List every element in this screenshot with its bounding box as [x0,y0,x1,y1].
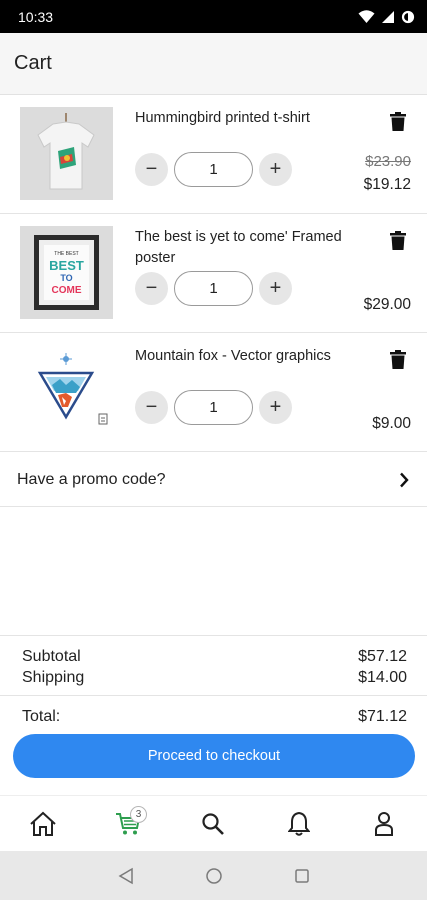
user-icon [375,811,394,836]
nav-search[interactable] [193,804,233,844]
product-name[interactable]: The best is yet to come' Framed poster [135,227,360,269]
trash-icon [390,349,406,369]
item-price: $19.12 [363,176,411,193]
system-back-button[interactable] [115,865,137,887]
trash-icon [390,111,406,131]
cart-list: Hummingbird printed t-shirt − + $23.90 $… [0,95,427,452]
trash-icon [390,230,406,250]
bottom-navigation: 3 [0,795,427,851]
page-title: Cart [14,52,52,74]
cart-item: THE BEST BEST TO COME The best is yet to… [0,214,427,333]
bell-icon [287,811,310,836]
quantity-stepper: − + [135,152,292,187]
quantity-field[interactable] [174,390,253,425]
poster-come-text: COME [52,285,82,296]
tshirt-image [37,113,95,190]
poster-best-text: BEST [49,258,84,273]
home-circle-icon [205,867,222,884]
cart-item: Hummingbird printed t-shirt − + $23.90 $… [0,95,427,214]
original-price: $23.90 [365,153,411,170]
battery-icon [401,10,415,23]
status-time: 10:33 [18,8,54,25]
product-image-poster[interactable]: THE BEST BEST TO COME [20,226,113,319]
product-name[interactable]: Hummingbird printed t-shirt [135,108,360,129]
increase-quantity-button[interactable]: + [259,391,292,424]
fox-graphic-image [37,353,108,425]
cart-item: Mountain fox - Vector graphics − + $9.00 [0,333,427,452]
total-row: Total: $71.12 [0,696,427,727]
order-summary: Subtotal $57.12 Shipping $14.00 Total: $… [0,635,427,727]
nav-cart[interactable]: 3 [108,804,148,844]
proceed-to-checkout-button[interactable]: Proceed to checkout [13,734,415,778]
delete-item-button[interactable] [387,347,409,371]
system-navigation-bar [0,851,427,900]
quantity-stepper: − + [135,390,292,425]
system-recents-button[interactable] [291,865,313,887]
search-icon [202,812,225,835]
shipping-value: $14.00 [358,669,407,686]
chevron-right-icon [400,472,409,487]
promo-code-label: Have a promo code? [17,470,166,488]
delete-item-button[interactable] [387,109,409,133]
item-price: $9.00 [372,415,411,432]
quantity-field[interactable] [174,152,253,187]
subtotal-row: Subtotal $57.12 [0,646,427,667]
status-bar: 10:33 [0,0,427,33]
delete-item-button[interactable] [387,228,409,252]
subtotal-label: Subtotal [22,648,81,665]
poster-image: THE BEST BEST TO COME [34,235,99,310]
subtotal-value: $57.12 [358,648,407,665]
increase-quantity-button[interactable]: + [259,272,292,305]
total-label: Total: [22,708,61,725]
quantity-field[interactable] [174,271,253,306]
product-image-tshirt[interactable] [20,107,113,200]
total-value: $71.12 [358,708,407,725]
nav-notifications[interactable] [279,804,319,844]
system-home-button[interactable] [203,865,225,887]
home-icon [30,811,56,836]
shipping-row: Shipping $14.00 [0,667,427,688]
status-icons [358,9,415,24]
nav-account[interactable] [364,804,404,844]
recents-square-icon [294,868,309,883]
promo-code-row[interactable]: Have a promo code? [0,453,427,507]
summary-lines: Subtotal $57.12 Shipping $14.00 [0,636,427,696]
item-price: $29.00 [363,296,411,313]
increase-quantity-button[interactable]: + [259,153,292,186]
cart-count-badge: 3 [130,805,148,823]
decrease-quantity-button[interactable]: − [135,272,168,305]
decrease-quantity-button[interactable]: − [135,391,168,424]
poster-top-text: THE BEST [54,251,78,257]
poster-to-text: TO [60,273,72,283]
wifi-icon [358,9,375,23]
product-image-fox[interactable] [20,345,113,438]
quantity-stepper: − + [135,271,292,306]
product-name[interactable]: Mountain fox - Vector graphics [135,346,360,367]
nav-home[interactable] [23,804,63,844]
signal-icon [382,10,394,23]
back-triangle-icon [118,867,133,884]
app-header: Cart [0,33,427,95]
shipping-label: Shipping [22,669,85,686]
decrease-quantity-button[interactable]: − [135,153,168,186]
